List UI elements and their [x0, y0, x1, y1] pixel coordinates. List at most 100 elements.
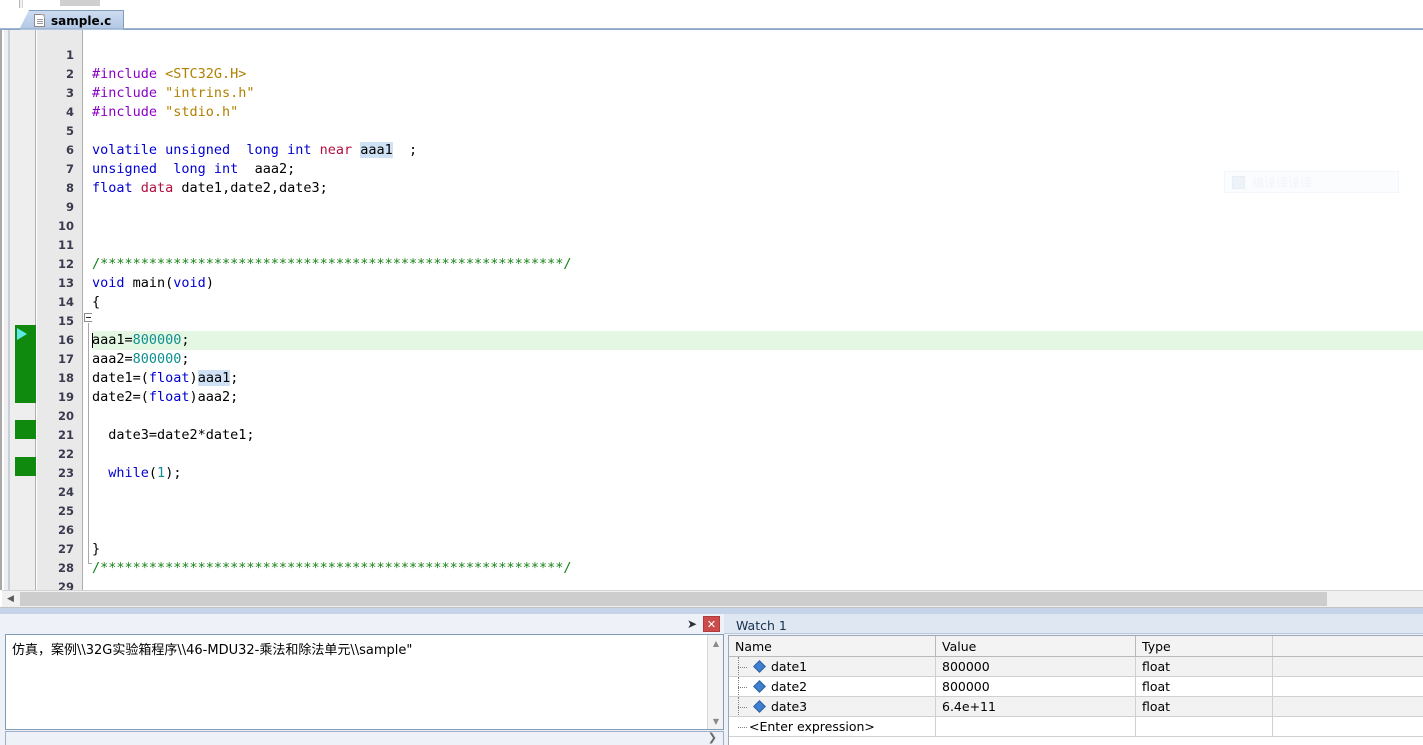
scroll-down-arrow-icon[interactable]: ▼ — [708, 713, 724, 729]
command-input-field[interactable]: ❯ — [5, 731, 724, 745]
line-number: 12 — [57, 257, 74, 271]
watch-row[interactable]: date2 800000 float — [729, 677, 1423, 697]
toolbar-fragment-left — [19, 0, 23, 8]
watch-row-name[interactable]: date2 — [729, 677, 935, 696]
command-window-output[interactable]: 仿真，案例\\32G实验箱程序\\46-MDU32-乘法和除法单元\\sampl… — [5, 634, 724, 730]
watch-row-value[interactable]: 800000 — [935, 657, 1135, 676]
watch-variable-label: date2 — [771, 679, 808, 694]
watch-row-name[interactable]: date1 — [729, 657, 935, 676]
line-number: 27 — [57, 542, 74, 556]
code-token: #include — [92, 85, 166, 101]
scrollbar-thumb[interactable] — [20, 592, 1327, 606]
line-number: 3 — [65, 86, 74, 100]
variable-diamond-icon — [753, 700, 766, 713]
code-line[interactable]: { — [92, 293, 100, 312]
line-number: 14 — [57, 295, 74, 309]
tree-branch — [738, 707, 747, 708]
watch-enter-type — [1135, 717, 1272, 736]
watch-enter-value[interactable] — [935, 717, 1135, 736]
pin-icon[interactable]: ➤ — [684, 616, 700, 632]
watch-variable-label: date1 — [771, 659, 808, 674]
code-token: <STC32G.H> — [165, 66, 247, 82]
watch-row[interactable]: date3 6.4e+11 float — [729, 697, 1423, 717]
code-line[interactable]: /***************************************… — [92, 255, 572, 274]
code-token: date2=( — [92, 389, 149, 405]
code-line[interactable]: date2=(float)aaa2; — [92, 388, 238, 407]
line-number: 17 — [57, 352, 74, 366]
watch-variable-label: date3 — [771, 699, 808, 714]
code-line[interactable]: float data date1,date2,date3; — [92, 179, 328, 198]
watch-column-header-value[interactable]: Value — [935, 636, 1135, 656]
command-output-text: 仿真，案例\\32G实验箱程序\\46-MDU32-乘法和除法单元\\sampl… — [12, 643, 413, 658]
tree-branch — [738, 727, 747, 728]
line-number: 28 — [57, 561, 74, 575]
code-token: /***************************************… — [92, 256, 572, 272]
coverage-bar — [15, 457, 36, 476]
code-line[interactable]: #include "stdio.h" — [92, 103, 238, 122]
fading-notification-toast: 编译译译译 — [1224, 171, 1399, 193]
toolbar-fragment-button[interactable] — [60, 0, 100, 6]
code-token: ; — [181, 332, 190, 348]
code-token: ) — [205, 275, 214, 291]
variable-diamond-icon — [753, 660, 766, 673]
watch-enter-expression-row[interactable]: <Enter expression> — [729, 717, 1423, 737]
toast-label: 编译译译译 — [1252, 175, 1313, 190]
code-line[interactable]: volatile unsigned long int near aaa1 ; — [92, 141, 417, 160]
line-number: 11 — [57, 238, 74, 252]
code-line[interactable]: #include <STC32G.H> — [92, 65, 246, 84]
code-line[interactable]: aaa2=800000; — [92, 350, 190, 369]
watch-table[interactable]: Name Value Type date1 800000 float date2 800000… — [728, 635, 1423, 745]
code-token: { — [92, 294, 101, 310]
line-number: 9 — [65, 200, 74, 214]
bottom-dock: ➤ ✕ 仿真，案例\\32G实验箱程序\\46-MDU32-乘法和除法单元\\s… — [0, 614, 1423, 745]
tab-label: sample.c — [51, 13, 112, 28]
code-line[interactable]: while(1); — [92, 464, 181, 483]
watch-row-type: float — [1135, 677, 1272, 696]
code-line[interactable]: aaa1=800000; — [92, 331, 190, 350]
tab-sample-c[interactable]: sample.c — [19, 10, 125, 30]
line-number: 20 — [57, 409, 74, 423]
watch-column-header-type[interactable]: Type — [1135, 636, 1272, 656]
code-line[interactable]: #include "intrins.h" — [92, 84, 255, 103]
code-line[interactable]: /***************************************… — [92, 559, 572, 578]
watch-enter-expression-cell[interactable]: <Enter expression> — [729, 717, 935, 736]
command-window-vertical-scrollbar[interactable]: ▲ ▼ — [707, 635, 723, 729]
breakpoint-coverage-gutter[interactable] — [4, 30, 36, 590]
code-token: ; — [230, 370, 239, 386]
watch-row-value[interactable]: 800000 — [935, 677, 1135, 696]
command-window-titlebar: ➤ ✕ — [0, 614, 724, 634]
line-number: 22 — [57, 447, 74, 461]
coverage-bar — [15, 420, 36, 439]
code-token: volatile unsigned long int — [92, 142, 320, 158]
code-token: data — [140, 180, 174, 196]
code-folding-column[interactable] — [84, 30, 93, 590]
watch-enter-filler — [1272, 717, 1423, 736]
scroll-up-arrow-icon[interactable]: ▲ — [708, 635, 724, 651]
editor-horizontal-scrollbar[interactable]: ◀ — [2, 590, 1423, 607]
code-token: aaa1 — [197, 370, 231, 386]
tree-branch — [738, 687, 747, 688]
code-text-area[interactable]: #include <STC32G.H> #include "intrins.h" #… — [92, 30, 1423, 590]
code-line[interactable]: unsigned long int aaa2; — [92, 160, 295, 179]
text-caret — [92, 333, 93, 348]
watch-row[interactable]: date1 800000 float — [729, 657, 1423, 677]
watch-row-name[interactable]: date3 — [729, 697, 935, 716]
code-line[interactable]: } — [92, 540, 100, 559]
close-icon[interactable]: ✕ — [703, 616, 720, 632]
code-line[interactable]: date3=date2*date1; — [92, 426, 254, 445]
code-token: float — [148, 370, 190, 386]
code-token: ; — [392, 142, 418, 158]
code-line[interactable]: date1=(float)aaa1; — [92, 369, 238, 388]
watch-column-header-name[interactable]: Name — [729, 636, 935, 656]
program-counter-arrow-icon — [17, 328, 27, 340]
scroll-left-arrow-icon[interactable]: ◀ — [2, 591, 19, 607]
watch-row-value[interactable]: 6.4e+11 — [935, 697, 1135, 716]
code-line[interactable]: void main(void) — [92, 274, 214, 293]
watch-window-panel: Watch 1 Name Value Type date1 800000 float dat… — [724, 614, 1423, 745]
code-token: ) — [189, 370, 198, 386]
code-token: ; — [181, 351, 190, 367]
code-token: )aaa2; — [189, 389, 239, 405]
watch-row-filler — [1272, 697, 1423, 716]
